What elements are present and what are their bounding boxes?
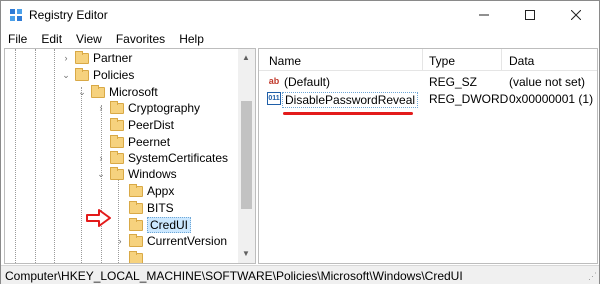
value-name: (Default) [284, 75, 331, 89]
column-header-type[interactable]: Type [429, 54, 455, 68]
folder-icon [129, 200, 143, 214]
tree-node-policies[interactable]: ⌄ Policies [61, 67, 134, 83]
tree-guide-line [35, 49, 36, 263]
registry-tree[interactable]: › Partner ⌄ Policies ⌄ Microsoft › Crypt… [4, 48, 256, 264]
tree-node-windows[interactable]: ⌄ Windows [96, 166, 177, 182]
tree-node-label: Cryptography [128, 101, 201, 115]
title-bar[interactable]: Registry Editor [1, 1, 599, 29]
tree-node-cryptography[interactable]: › Cryptography [96, 100, 200, 116]
chevron-down-icon[interactable]: ⌄ [77, 87, 87, 98]
tree-node-label: Appx [147, 184, 175, 198]
chevron-right-icon[interactable]: › [96, 153, 106, 163]
chevron-right-icon[interactable]: › [96, 103, 106, 113]
tree-guide-line [15, 49, 16, 263]
tree-node-label: PeerDist [128, 118, 175, 132]
menu-edit[interactable]: Edit [34, 29, 69, 49]
tree-node-partial [115, 250, 147, 263]
close-button[interactable] [553, 1, 599, 29]
tree-node-label: Policies [93, 68, 135, 82]
chevron-down-icon[interactable]: ⌄ [61, 70, 71, 81]
value-data: (value not set) [509, 75, 586, 89]
column-divider[interactable] [501, 49, 502, 71]
red-arrow-annotation-icon [86, 209, 111, 227]
maximize-icon [525, 10, 535, 20]
tree-node-bits[interactable]: BITS [115, 200, 174, 216]
tree-node-label: Peernet [128, 135, 171, 149]
chevron-right-icon[interactable]: › [115, 236, 125, 246]
folder-icon [129, 233, 143, 247]
tree-node-microsoft[interactable]: ⌄ Microsoft [77, 84, 158, 100]
maximize-button[interactable] [507, 1, 553, 29]
tree-guide-line [81, 87, 82, 263]
menu-help[interactable]: Help [172, 29, 211, 49]
folder-icon [110, 166, 124, 180]
resize-grip-icon[interactable]: ⋰ [588, 271, 597, 282]
tree-node-appx[interactable]: Appx [115, 183, 174, 199]
folder-icon [110, 117, 124, 131]
folder-icon [75, 50, 89, 64]
chevron-right-icon[interactable]: › [61, 53, 71, 63]
menu-file[interactable]: File [1, 29, 34, 49]
registry-path: Computer\HKEY_LOCAL_MACHINE\SOFTWARE\Pol… [5, 269, 463, 283]
tree-node-peerdist[interactable]: PeerDist [96, 117, 174, 133]
folder-icon [110, 100, 124, 114]
tree-scrollbar[interactable]: ▲ ▼ [238, 49, 255, 263]
folder-icon [129, 250, 143, 263]
column-header-name[interactable]: Name [269, 54, 301, 68]
menu-bar: File Edit View Favorites Help [1, 29, 599, 49]
tree-node-label: Windows [128, 167, 177, 181]
chevron-down-icon[interactable]: ⌄ [96, 169, 106, 180]
column-header-data[interactable]: Data [509, 54, 534, 68]
folder-icon [110, 134, 124, 148]
status-bar: Computer\HKEY_LOCAL_MACHINE\SOFTWARE\Pol… [1, 265, 599, 284]
value-type: REG_DWORD [429, 92, 509, 106]
value-type: REG_SZ [429, 75, 478, 89]
tree-guide-line [54, 49, 55, 263]
tree-node-label: SystemCertificates [128, 151, 229, 165]
tree-node-label: Partner [93, 51, 133, 65]
tree-node-label: CurrentVersion [147, 234, 228, 248]
value-row-disablepasswordreveal[interactable]: 011 DisablePasswordReveal REG_DWORD 0x00… [259, 90, 597, 108]
close-icon [571, 10, 581, 20]
scroll-up-icon[interactable]: ▲ [242, 53, 250, 62]
value-data: 0x00000001 (1) [509, 92, 594, 106]
value-name: DisablePasswordReveal [282, 92, 419, 108]
tree-node-label-selected: CredUI [147, 217, 192, 233]
scroll-down-icon[interactable]: ▼ [242, 249, 250, 258]
tree-node-label: Microsoft [109, 85, 158, 99]
tree-node-systemcertificates[interactable]: › SystemCertificates [96, 150, 228, 166]
folder-icon [75, 67, 89, 81]
folder-icon [129, 217, 143, 231]
tree-node-peernet[interactable]: Peernet [96, 134, 170, 150]
values-list[interactable]: Name Type Data ab (Default) REG_SZ (valu… [258, 48, 598, 264]
menu-favorites[interactable]: Favorites [109, 29, 172, 49]
minimize-icon [479, 14, 489, 16]
dword-value-icon: 011 [267, 92, 281, 105]
scroll-thumb[interactable] [241, 101, 252, 209]
window-title: Registry Editor [29, 8, 108, 22]
menu-view[interactable]: View [69, 29, 109, 49]
column-divider[interactable] [422, 49, 423, 71]
tree-node-label: BITS [147, 201, 174, 215]
tree-node-partner[interactable]: › Partner [61, 50, 132, 66]
string-value-icon: ab [268, 76, 280, 86]
registry-editor-icon [10, 9, 22, 21]
folder-icon [91, 84, 105, 98]
value-row-default[interactable]: ab (Default) REG_SZ (value not set) [259, 73, 597, 91]
tree-node-currentversion[interactable]: › CurrentVersion [115, 233, 227, 249]
list-header: Name Type Data [259, 49, 597, 71]
red-underline-annotation [283, 112, 413, 115]
folder-icon [129, 183, 143, 197]
tree-node-credui[interactable]: CredUI [115, 217, 192, 233]
folder-icon [110, 150, 124, 164]
registry-editor-window: Registry Editor File Edit View Favorites… [0, 0, 600, 284]
minimize-button[interactable] [461, 1, 507, 29]
